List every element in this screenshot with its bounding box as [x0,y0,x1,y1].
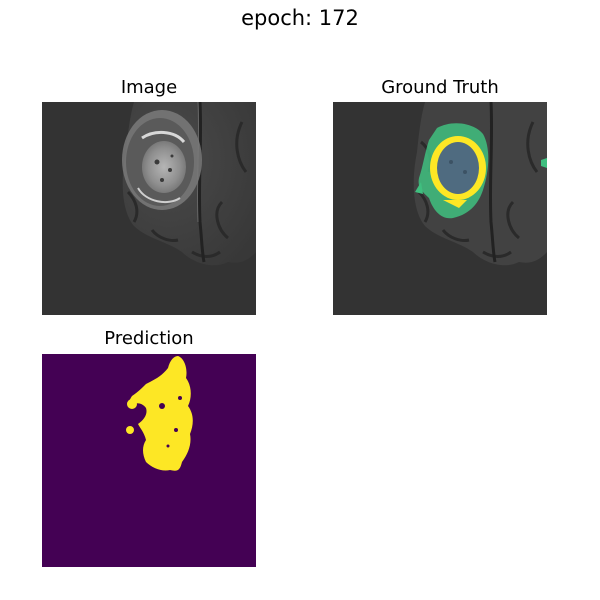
prediction-mask [42,354,256,567]
panel-title-image: Image [120,77,178,98]
panel-title-prediction: Prediction [104,328,194,349]
prediction-panel [42,354,256,567]
image-panel [42,102,256,315]
figure: epoch: 172 Image Ground Truth Prediction [0,0,600,600]
ground-truth-overlay [333,102,547,315]
mri-image [42,102,256,315]
figure-suptitle: epoch: 172 [241,6,359,30]
ground-truth-panel [333,102,547,315]
panel-title-ground-truth: Ground Truth [381,77,499,98]
